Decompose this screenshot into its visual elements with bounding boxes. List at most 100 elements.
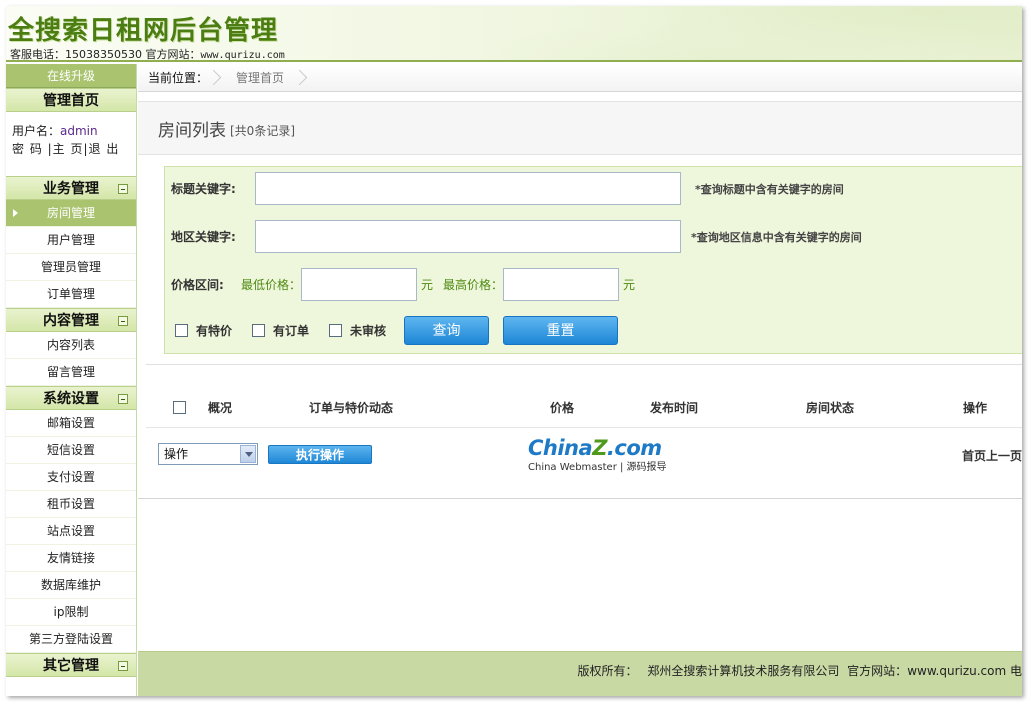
record-count: [共0条记录] xyxy=(230,123,295,138)
breadcrumb-label: 当前位置： xyxy=(148,71,209,85)
username-value: admin xyxy=(60,124,98,138)
sidebar-item-admin-management[interactable]: 管理员管理 xyxy=(6,254,136,281)
contact-info: 客服电话：15038350530 官方网站：www.qurizu.com xyxy=(10,46,285,61)
table-header: 概况 订单与特价动态 价格 发布时间 房间状态 操作 xyxy=(138,394,1022,420)
area-keyword-hint: *查询地区信息中含有关键字的房间 xyxy=(691,230,862,244)
section-title: 业务管理 xyxy=(43,181,99,197)
collapse-icon[interactable] xyxy=(118,184,128,194)
title-keyword-label: 标题关键字: xyxy=(171,182,236,196)
execute-action-button[interactable]: 执行操作 xyxy=(268,445,372,464)
admin-window: 全搜索日租网后台管理 客服电话：15038350530 官方网站：www.qur… xyxy=(6,6,1022,696)
pagination[interactable]: 首页上一页 xyxy=(962,447,1022,464)
sidebar-section-system[interactable]: 系统设置 xyxy=(6,386,136,410)
title-keyword-input[interactable] xyxy=(255,172,681,205)
sidebar-item-email-settings[interactable]: 邮箱设置 xyxy=(6,410,136,437)
user-links[interactable]: 密 码 |主 页|退 出 xyxy=(12,140,130,158)
chevron-down-icon[interactable] xyxy=(240,445,256,463)
chevron-right-icon xyxy=(294,69,302,87)
area-keyword-input[interactable] xyxy=(255,220,681,253)
max-price-label: 最高价格： xyxy=(443,278,504,292)
footer-site-url[interactable]: www.qurizu.com 电 xyxy=(907,664,1022,678)
column-header-publish-time: 发布时间 xyxy=(650,401,699,415)
page-title: 房间列表 xyxy=(158,120,226,141)
sidebar-item-user-management[interactable]: 用户管理 xyxy=(6,227,136,254)
watermark-tagline: China Webmaster | 源码报导 xyxy=(528,462,667,473)
user-info: 用户名：admin 密 码 |主 页|退 出 xyxy=(6,112,136,176)
contact-phone: 客服电话：15038350530 官方网站： xyxy=(10,48,201,61)
online-upgrade-link[interactable]: 在线升级 xyxy=(6,64,136,88)
sidebar-item-database-maintenance[interactable]: 数据库维护 xyxy=(6,572,136,599)
watermark-brand-main: China xyxy=(528,436,593,460)
special-price-checkbox[interactable] xyxy=(175,324,188,337)
breadcrumb-home-link[interactable]: 管理首页 xyxy=(226,69,294,86)
unreviewed-label: 未审核 xyxy=(350,324,387,338)
footer-copyright: 版权所有： 郑州全搜索计算机技术服务有限公司 官方网站：www.qurizu.c… xyxy=(577,662,1022,679)
sidebar-item-message-management[interactable]: 留言管理 xyxy=(6,359,136,386)
area-keyword-row: 地区关键字: *查询地区信息中含有关键字的房间 xyxy=(171,220,862,253)
column-header-price: 价格 xyxy=(550,401,575,415)
sidebar-item-sms-settings[interactable]: 短信设置 xyxy=(6,437,136,464)
column-header-overview: 概况 xyxy=(208,401,233,415)
collapse-icon[interactable] xyxy=(118,394,128,404)
divider xyxy=(138,498,1022,499)
sidebar-section-business[interactable]: 业务管理 xyxy=(6,176,136,200)
query-button[interactable]: 查询 xyxy=(404,316,490,345)
sidebar-item-payment-settings[interactable]: 支付设置 xyxy=(6,464,136,491)
sidebar-item-third-party-login[interactable]: 第三方登陆设置 xyxy=(6,626,136,653)
breadcrumb: 当前位置： 管理首页 xyxy=(138,64,1022,92)
sidebar: 在线升级 管理首页 用户名：admin 密 码 |主 页|退 出 业务管理 房间… xyxy=(6,64,137,696)
watermark-brand-end: .com xyxy=(606,436,662,460)
footer: 版权所有： 郑州全搜索计算机技术服务有限公司 官方网站：www.qurizu.c… xyxy=(138,651,1022,696)
column-header-actions: 操作 xyxy=(963,401,988,415)
max-price-input[interactable] xyxy=(503,268,620,301)
sidebar-item-room-management[interactable]: 房间管理 xyxy=(6,200,136,227)
sidebar-section-home[interactable]: 管理首页 xyxy=(6,88,136,112)
site-header: 全搜索日租网后台管理 客服电话：15038350530 官方网站：www.qur… xyxy=(6,6,1022,62)
sidebar-item-site-settings[interactable]: 站点设置 xyxy=(6,518,136,545)
watermark-brand-z: Z xyxy=(592,436,607,460)
section-title: 其它管理 xyxy=(43,658,99,674)
area-keyword-label: 地区关键字: xyxy=(171,230,236,244)
filter-row: 有特价 有订单 未审核 查询 重置 xyxy=(175,316,619,345)
copyright-label: 版权所有： xyxy=(577,664,638,678)
username-label: 用户名： xyxy=(12,124,61,138)
unreviewed-checkbox[interactable] xyxy=(329,324,343,337)
section-title: 系统设置 xyxy=(43,391,99,407)
sidebar-item-friend-links[interactable]: 友情链接 xyxy=(6,545,136,572)
sidebar-item-content-list[interactable]: 内容列表 xyxy=(6,332,136,359)
column-header-order-dynamics: 订单与特价动态 xyxy=(309,401,394,415)
sidebar-item-currency-settings[interactable]: 租币设置 xyxy=(6,491,136,518)
sidebar-section-other[interactable]: 其它管理 xyxy=(6,653,136,677)
divider xyxy=(146,427,1022,428)
arrow-right-icon xyxy=(13,209,18,217)
min-price-input[interactable] xyxy=(301,268,417,301)
select-all-checkbox[interactable] xyxy=(173,401,186,414)
contact-url[interactable]: www.qurizu.com xyxy=(200,50,284,60)
site-label: 官方网站： xyxy=(847,664,908,678)
section-title: 内容管理 xyxy=(43,313,99,329)
has-order-checkbox[interactable] xyxy=(252,324,266,337)
max-price-unit: 元 xyxy=(623,278,636,292)
special-price-label: 有特价 xyxy=(196,324,233,338)
column-header-room-status: 房间状态 xyxy=(806,401,855,415)
title-keyword-hint: *查询标题中含有关键字的房间 xyxy=(695,182,844,196)
sidebar-item-ip-restriction[interactable]: ip限制 xyxy=(6,599,136,626)
chevron-right-icon xyxy=(208,69,216,87)
sidebar-section-content[interactable]: 内容管理 xyxy=(6,308,136,332)
title-keyword-row: 标题关键字: *查询标题中含有关键字的房间 xyxy=(171,172,844,205)
action-select[interactable]: 操作 xyxy=(158,443,258,465)
collapse-icon[interactable] xyxy=(118,316,128,326)
sidebar-item-order-management[interactable]: 订单管理 xyxy=(6,281,136,308)
reset-button[interactable]: 重置 xyxy=(503,316,619,345)
header-decoration xyxy=(502,6,1022,60)
action-select-value: 操作 xyxy=(164,447,189,461)
price-range-row: 价格区间: 最低价格： 元 最高价格： 元 xyxy=(171,268,635,301)
company-name: 郑州全搜索计算机技术服务有限公司 xyxy=(647,664,840,678)
search-panel: 标题关键字: *查询标题中含有关键字的房间 地区关键字: *查询地区信息中含有关… xyxy=(164,166,1022,354)
collapse-icon[interactable] xyxy=(118,661,128,671)
min-price-unit: 元 xyxy=(421,278,434,292)
watermark-brand: ChinaZ.com xyxy=(528,436,678,460)
price-range-label: 价格区间: xyxy=(171,278,224,292)
divider xyxy=(146,364,1022,365)
min-price-label: 最低价格： xyxy=(241,278,302,292)
